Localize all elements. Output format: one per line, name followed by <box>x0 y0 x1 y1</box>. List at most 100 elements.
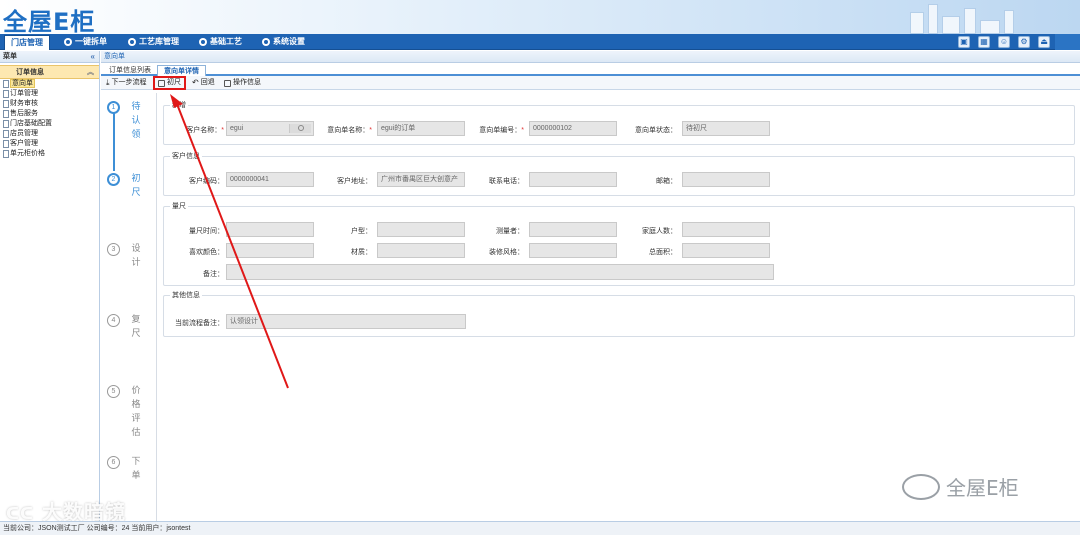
content-area: 意向单 订单信息列表 意向单详情 ⤓ 下一步流程 初尺 ↶ 回退 操作信息 1 … <box>101 51 1080 521</box>
sidebar-item-aftersales[interactable]: 售后服务 <box>0 109 99 119</box>
decoration-style-field[interactable] <box>529 243 617 258</box>
step-3-label: 设计 <box>131 243 141 267</box>
nav-label: 基础工艺 <box>210 37 242 46</box>
status-bar: 当前公司：JSON测试工厂 公司编号：24 当前用户：jsontest <box>0 521 1080 535</box>
measure-time-field[interactable] <box>226 222 314 237</box>
watermark-right-text: 全屋E柜 <box>946 476 1019 500</box>
nav-system-settings[interactable]: 系统设置 <box>262 34 305 50</box>
material-label: 材质： <box>351 249 372 256</box>
step-4-circle: 4 <box>107 314 120 327</box>
step-1-circle: 1 <box>107 101 120 114</box>
undo-icon: ↶ <box>192 78 199 87</box>
download-icon: ⤓ <box>106 78 110 87</box>
nav-one-click-split[interactable]: 一键拆单 <box>64 34 107 50</box>
app-header: 全屋E柜 <box>0 0 1080 34</box>
house-type-field[interactable] <box>377 222 465 237</box>
button-label: 下一步流程 <box>111 79 147 86</box>
sidebar-item-label: 意向单 <box>10 79 35 88</box>
nav-basic-craft[interactable]: 基础工艺 <box>199 34 242 50</box>
sidebar-item-label: 订单管理 <box>10 90 38 97</box>
decoration-style-label: 装修风格： <box>489 249 524 256</box>
gear-icon <box>199 38 207 46</box>
tab-intention-detail[interactable]: 意向单详情 <box>157 65 206 76</box>
collapse-icon[interactable]: « <box>91 51 95 63</box>
sidebar-item-label: 售后服务 <box>10 110 38 117</box>
step-6-label: 下单 <box>131 456 141 480</box>
search-icon[interactable] <box>289 124 311 133</box>
step-2-circle: 2 <box>107 173 120 186</box>
customer-name-field[interactable]: egui <box>226 121 314 136</box>
group-legend: 其他信息 <box>170 290 202 300</box>
order-name-field[interactable]: egui的订单 <box>377 121 465 136</box>
document-icon <box>3 100 9 108</box>
phone-field[interactable] <box>529 172 617 187</box>
sidebar-group-orders[interactable]: 订单信息 ︽ <box>0 65 99 79</box>
calendar-icon[interactable]: ▦ <box>978 36 990 48</box>
sidebar-item-orders[interactable]: 订单管理 <box>0 89 99 99</box>
flow-remark-field[interactable]: 认领设计 <box>226 314 466 329</box>
step-5-circle: 5 <box>107 385 120 398</box>
document-icon <box>3 120 9 128</box>
nav-label: 门店管理 <box>11 38 43 47</box>
step-1-label: 待认领 <box>131 101 141 139</box>
toolbar: ⤓ 下一步流程 初尺 ↶ 回退 操作信息 <box>101 76 1080 90</box>
family-count-field[interactable] <box>682 222 770 237</box>
back-button[interactable]: ↶ 回退 <box>192 78 215 88</box>
sidebar-title-label: 菜单 <box>3 53 17 60</box>
field-value: egui <box>230 125 244 132</box>
sidebar-item-customers[interactable]: 客户管理 <box>0 139 99 149</box>
exit-icon[interactable]: ⏏ <box>1038 36 1050 48</box>
sidebar-item-label: 单元柜价格 <box>10 150 45 157</box>
lock-icon <box>158 79 165 87</box>
skyline-decoration <box>890 0 1040 34</box>
group-legend: 量尺 <box>170 201 188 211</box>
nav-corner <box>1055 34 1080 50</box>
customer-name-label: 客户名称：* <box>164 125 224 135</box>
document-icon <box>3 150 9 158</box>
step-3-circle: 3 <box>107 243 120 256</box>
customer-code-field[interactable]: 0000000041 <box>226 172 314 187</box>
favorite-color-field[interactable] <box>226 243 314 258</box>
measure-info-group: 量尺 量尺时间： 户型： 测量者： 家庭人数： 喜欢颜色： 材质： 装修风格： … <box>163 201 1075 286</box>
operation-info-button[interactable]: 操作信息 <box>224 78 261 88</box>
required-mark: * <box>521 127 524 134</box>
sidebar-group-label: 订单信息 <box>16 69 44 76</box>
header-tools: ▣ ▦ ☺ ⚙ ⏏ <box>958 36 1050 48</box>
user-icon[interactable]: ☺ <box>998 36 1010 48</box>
customer-info-group: 客户信息 客户编码： 0000000041 客户地址： 广州市番禺区巨大创意产 … <box>163 151 1075 196</box>
sidebar-item-finance[interactable]: 财务审核 <box>0 99 99 109</box>
sidebar-item-label: 店员管理 <box>10 130 38 137</box>
total-area-field[interactable] <box>682 243 770 258</box>
flow-remark-label: 当前流程备注： <box>175 320 224 327</box>
customer-address-field[interactable]: 广州市番禺区巨大创意产 <box>377 172 465 187</box>
subtab-bar: 订单信息列表 意向单详情 <box>101 63 1080 76</box>
measure-button[interactable]: 初尺 <box>153 76 186 90</box>
nav-store-management[interactable]: 门店管理 <box>4 35 50 50</box>
email-label: 邮箱： <box>656 178 677 185</box>
next-step-button[interactable]: ⤓ 下一步流程 <box>106 78 147 88</box>
order-no-field[interactable]: 0000000102 <box>529 121 617 136</box>
customer-address-label: 客户地址： <box>337 178 372 185</box>
watermark-right: 全屋E柜 <box>902 472 1019 501</box>
sidebar-item-store-config[interactable]: 门店基础配置 <box>0 119 99 129</box>
app-logo: 全屋E柜 <box>3 8 96 34</box>
sidebar-item-intention[interactable]: 意向单 <box>0 79 99 89</box>
material-field[interactable] <box>377 243 465 258</box>
sidebar-item-cabinet-price[interactable]: 单元柜价格 <box>0 149 99 159</box>
remark-label: 备注： <box>203 271 224 278</box>
order-no-label: 意向单编号：* <box>464 125 524 135</box>
sidebar-item-staff[interactable]: 店员管理 <box>0 129 99 139</box>
document-icon <box>3 130 9 138</box>
button-label: 回退 <box>200 79 215 86</box>
nav-craft-library[interactable]: 工艺库管理 <box>128 34 179 50</box>
remark-textarea[interactable] <box>226 264 774 280</box>
top-nav: 门店管理 一键拆单 工艺库管理 基础工艺 系统设置 ▣ ▦ ☺ ⚙ ⏏ <box>0 34 1080 50</box>
status-field[interactable]: 待初尺 <box>682 121 770 136</box>
gear-icon[interactable]: ⚙ <box>1018 36 1030 48</box>
screen-icon[interactable]: ▣ <box>958 36 970 48</box>
email-field[interactable] <box>682 172 770 187</box>
required-mark: * <box>369 127 372 134</box>
nav-label: 工艺库管理 <box>139 37 179 46</box>
tab-order-list[interactable]: 订单信息列表 <box>103 65 157 76</box>
measurer-field[interactable] <box>529 222 617 237</box>
